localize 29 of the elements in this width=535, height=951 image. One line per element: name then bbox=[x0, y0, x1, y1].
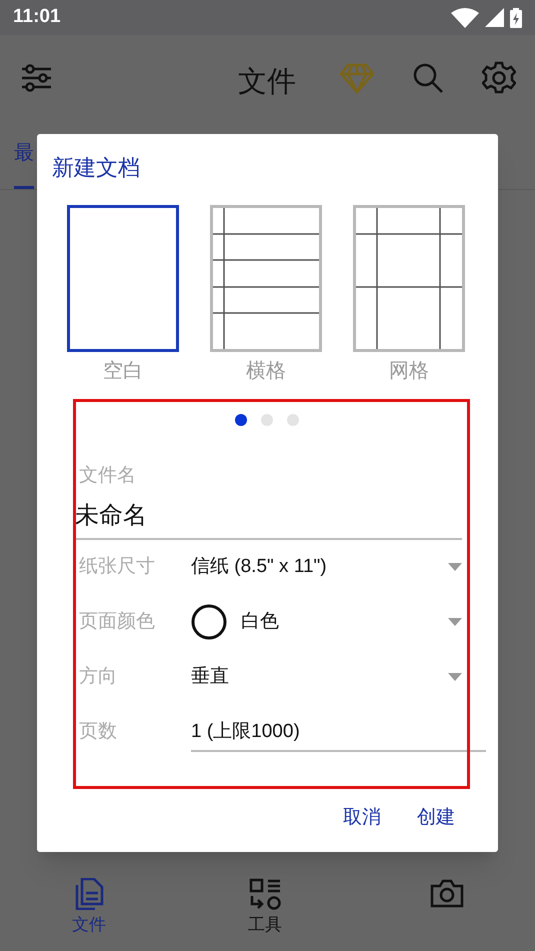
field-label: 页数 bbox=[79, 720, 118, 744]
dropdown-arrow-icon[interactable] bbox=[448, 618, 462, 626]
field-label: 方向 bbox=[79, 664, 118, 689]
dialog-button[interactable]: 取消 bbox=[343, 804, 381, 832]
clock: 11:01 bbox=[13, 5, 61, 30]
sliders-icon[interactable] bbox=[21, 64, 51, 92]
search-icon[interactable] bbox=[412, 62, 444, 94]
field-label: 文件名 bbox=[79, 464, 137, 488]
settings-icon[interactable] bbox=[482, 61, 516, 95]
page-count-field[interactable]: 1 (上限1000) bbox=[191, 720, 486, 752]
document-icon bbox=[74, 878, 104, 910]
dialog-title: 新建文档 bbox=[52, 154, 141, 181]
dropdown-arrow-icon[interactable] bbox=[448, 563, 462, 571]
field-label: 纸张尺寸 bbox=[79, 554, 156, 579]
app-title: 文件 bbox=[238, 65, 296, 100]
filename-field[interactable]: 未命名 bbox=[75, 504, 462, 540]
nav-item[interactable] bbox=[430, 878, 464, 908]
battery-icon bbox=[510, 8, 522, 28]
wifi-icon bbox=[451, 8, 479, 28]
dropdown[interactable]: 信纸 (8.5" x 11") bbox=[191, 547, 486, 587]
field-label: 页面颜色 bbox=[79, 610, 156, 634]
camera-icon bbox=[430, 878, 464, 908]
dropdown[interactable]: 垂直 bbox=[191, 657, 486, 697]
dialog-button[interactable]: 创建 bbox=[417, 804, 455, 832]
color-swatch-icon bbox=[191, 604, 227, 640]
signal-icon bbox=[485, 8, 504, 27]
dropdown[interactable]: 白色 bbox=[191, 602, 486, 642]
tools-grid-icon bbox=[249, 878, 281, 910]
dropdown-arrow-icon[interactable] bbox=[448, 673, 462, 681]
